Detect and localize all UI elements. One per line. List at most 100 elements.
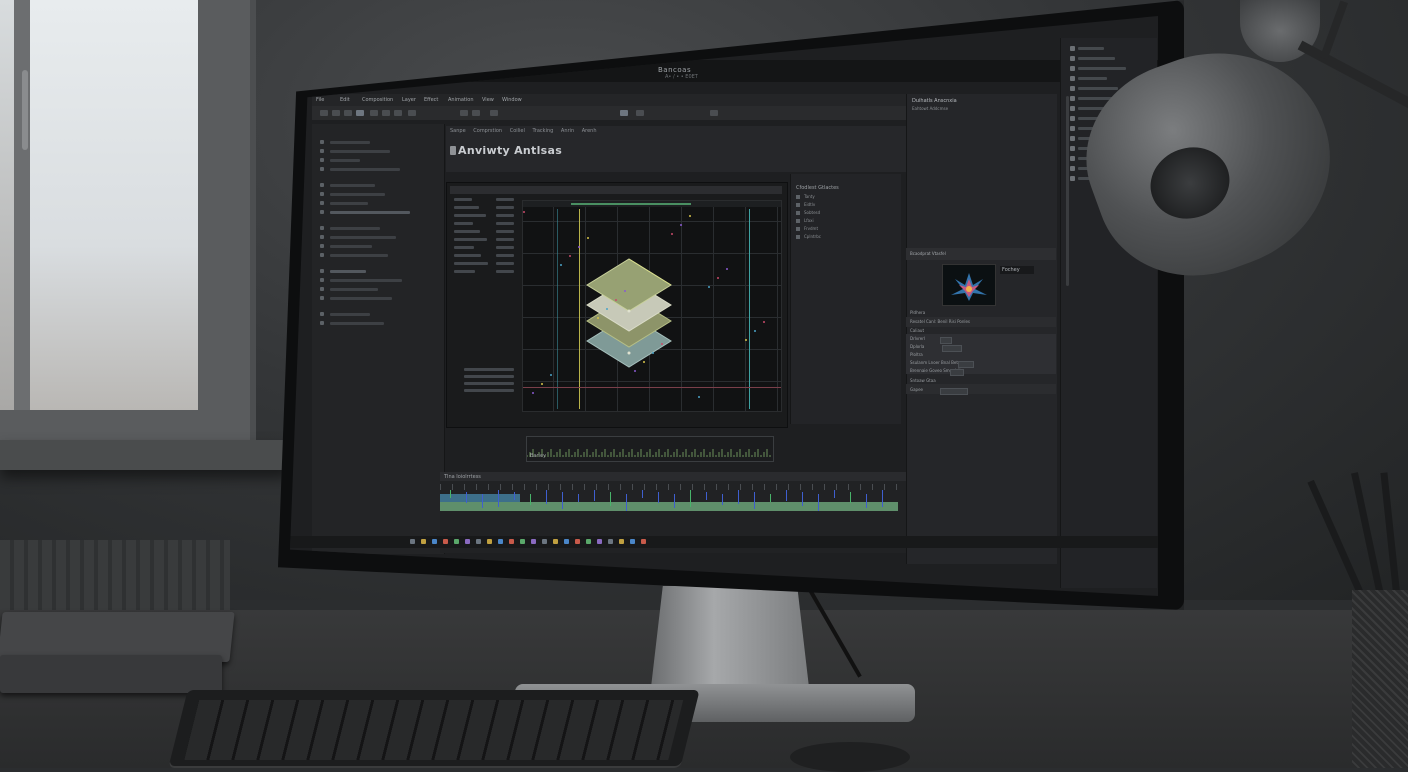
keyframe-marker[interactable]: [626, 494, 627, 511]
taskbar-app-icon[interactable]: [575, 539, 580, 544]
asset-name[interactable]: Fochey: [1000, 266, 1034, 274]
tree-row[interactable]: [320, 192, 438, 197]
keyframe-marker[interactable]: [866, 494, 867, 508]
property-field[interactable]: [942, 345, 962, 352]
keyframe-marker[interactable]: [786, 490, 787, 501]
property-field[interactable]: [958, 361, 974, 368]
workspace-icon[interactable]: [620, 110, 628, 116]
taskbar-app-icon[interactable]: [487, 539, 492, 544]
keyframe-marker[interactable]: [690, 490, 691, 507]
keyframe-marker[interactable]: [802, 492, 803, 506]
camera-tool-icon[interactable]: [370, 110, 378, 116]
tab-anrin[interactable]: Anrin: [561, 128, 574, 134]
tree-row[interactable]: [320, 244, 438, 249]
tree-row[interactable]: [320, 149, 438, 154]
taskbar-app-icon[interactable]: [586, 539, 591, 544]
libraries-scrollbar[interactable]: [1066, 96, 1069, 286]
taskbar-app-icon[interactable]: [641, 539, 646, 544]
menu-edit[interactable]: Edit: [340, 97, 350, 103]
brush-tool-icon[interactable]: [408, 110, 416, 116]
effect-item[interactable]: Sobtesd: [796, 210, 820, 215]
keyframe-marker[interactable]: [674, 494, 675, 508]
taskbar-app-icon[interactable]: [509, 539, 514, 544]
layer-anchor-point[interactable]: [627, 309, 631, 313]
library-item[interactable]: [1070, 46, 1138, 51]
property-field[interactable]: [950, 369, 964, 376]
effect-item[interactable]: Eidtlv: [796, 202, 815, 207]
keyframe-marker[interactable]: [642, 490, 643, 498]
keyframe-marker[interactable]: [594, 490, 595, 501]
tree-row[interactable]: [320, 269, 438, 274]
layer-stack-graphic[interactable]: [523, 201, 781, 411]
tree-row[interactable]: [320, 183, 438, 188]
selection-tool-icon[interactable]: [320, 110, 328, 116]
keyframe-marker[interactable]: [482, 494, 483, 508]
tree-row[interactable]: [320, 312, 438, 317]
keyframe-marker[interactable]: [658, 492, 659, 503]
keyframe-marker[interactable]: [882, 490, 883, 507]
keyframe-marker[interactable]: [498, 490, 499, 507]
taskbar-app-icon[interactable]: [498, 539, 503, 544]
tab-sanpe[interactable]: Sanpe: [450, 128, 466, 134]
keyframe-marker[interactable]: [834, 490, 835, 498]
menu-view[interactable]: View: [482, 97, 494, 103]
tree-row[interactable]: [320, 226, 438, 231]
keyframe-marker[interactable]: [754, 492, 755, 509]
keyframe-marker[interactable]: [450, 490, 451, 498]
taskbar-app-icon[interactable]: [454, 539, 459, 544]
menu-layer[interactable]: Layer: [402, 97, 416, 103]
keyframe-marker[interactable]: [818, 494, 819, 511]
tree-row[interactable]: [320, 140, 438, 145]
keyframe-marker[interactable]: [610, 492, 611, 506]
keyframe-marker[interactable]: [850, 492, 851, 503]
keyframe-marker[interactable]: [706, 492, 707, 500]
taskbar-app-icon[interactable]: [597, 539, 602, 544]
render-icon[interactable]: [636, 110, 644, 116]
keyframe-marker[interactable]: [530, 494, 531, 505]
effect-item[interactable]: Lfaxi: [796, 218, 814, 223]
menu-window[interactable]: Window: [502, 97, 522, 103]
keyframe-marker[interactable]: [514, 492, 515, 500]
snap-icon[interactable]: [490, 110, 498, 116]
tree-row[interactable]: [320, 201, 438, 206]
tree-row[interactable]: [320, 235, 438, 240]
pen-tool-icon[interactable]: [382, 110, 390, 116]
menu-effect[interactable]: Effect: [424, 97, 438, 103]
library-item[interactable]: [1070, 56, 1138, 61]
timeline-ruler[interactable]: [440, 484, 906, 490]
tree-row[interactable]: [320, 278, 438, 283]
taskbar-app-icon[interactable]: [476, 539, 481, 544]
property-field[interactable]: [940, 388, 968, 395]
hand-tool-icon[interactable]: [332, 110, 340, 116]
play-icon[interactable]: [460, 110, 468, 116]
tree-row[interactable]: [320, 296, 438, 301]
tree-row[interactable]: [320, 321, 438, 326]
keyframe-marker[interactable]: [770, 494, 771, 502]
asset-thumbnail[interactable]: [942, 264, 996, 306]
rotate-tool-icon[interactable]: [356, 110, 364, 116]
tab-tracking[interactable]: Tracking: [532, 128, 553, 134]
taskbar-app-icon[interactable]: [619, 539, 624, 544]
tree-row[interactable]: [320, 210, 438, 215]
effect-item[interactable]: Cplntrbc: [796, 234, 821, 239]
zoom-tool-icon[interactable]: [344, 110, 352, 116]
taskbar-app-icon[interactable]: [553, 539, 558, 544]
keyframe-marker[interactable]: [578, 494, 579, 502]
taskbar-app-icon[interactable]: [542, 539, 547, 544]
taskbar-app-icon[interactable]: [520, 539, 525, 544]
tab-arenh[interactable]: Arenh: [582, 128, 597, 134]
composition-canvas[interactable]: [522, 200, 782, 412]
keyframe-marker[interactable]: [562, 492, 563, 509]
taskbar-app-icon[interactable]: [432, 539, 437, 544]
effect-item[interactable]: Frvdmt: [796, 226, 818, 231]
menu-composition[interactable]: Composition: [362, 97, 393, 103]
tab-coiliel[interactable]: Coiliel: [510, 128, 525, 134]
grid-toggle-icon[interactable]: [710, 110, 718, 116]
effect-item[interactable]: Tanty: [796, 194, 815, 199]
tree-row[interactable]: [320, 158, 438, 163]
tree-row[interactable]: [320, 167, 438, 172]
taskbar-app-icon[interactable]: [608, 539, 613, 544]
tab-comprstion[interactable]: Comprstion: [473, 128, 502, 134]
taskbar-app-icon[interactable]: [630, 539, 635, 544]
taskbar-app-icon[interactable]: [531, 539, 536, 544]
